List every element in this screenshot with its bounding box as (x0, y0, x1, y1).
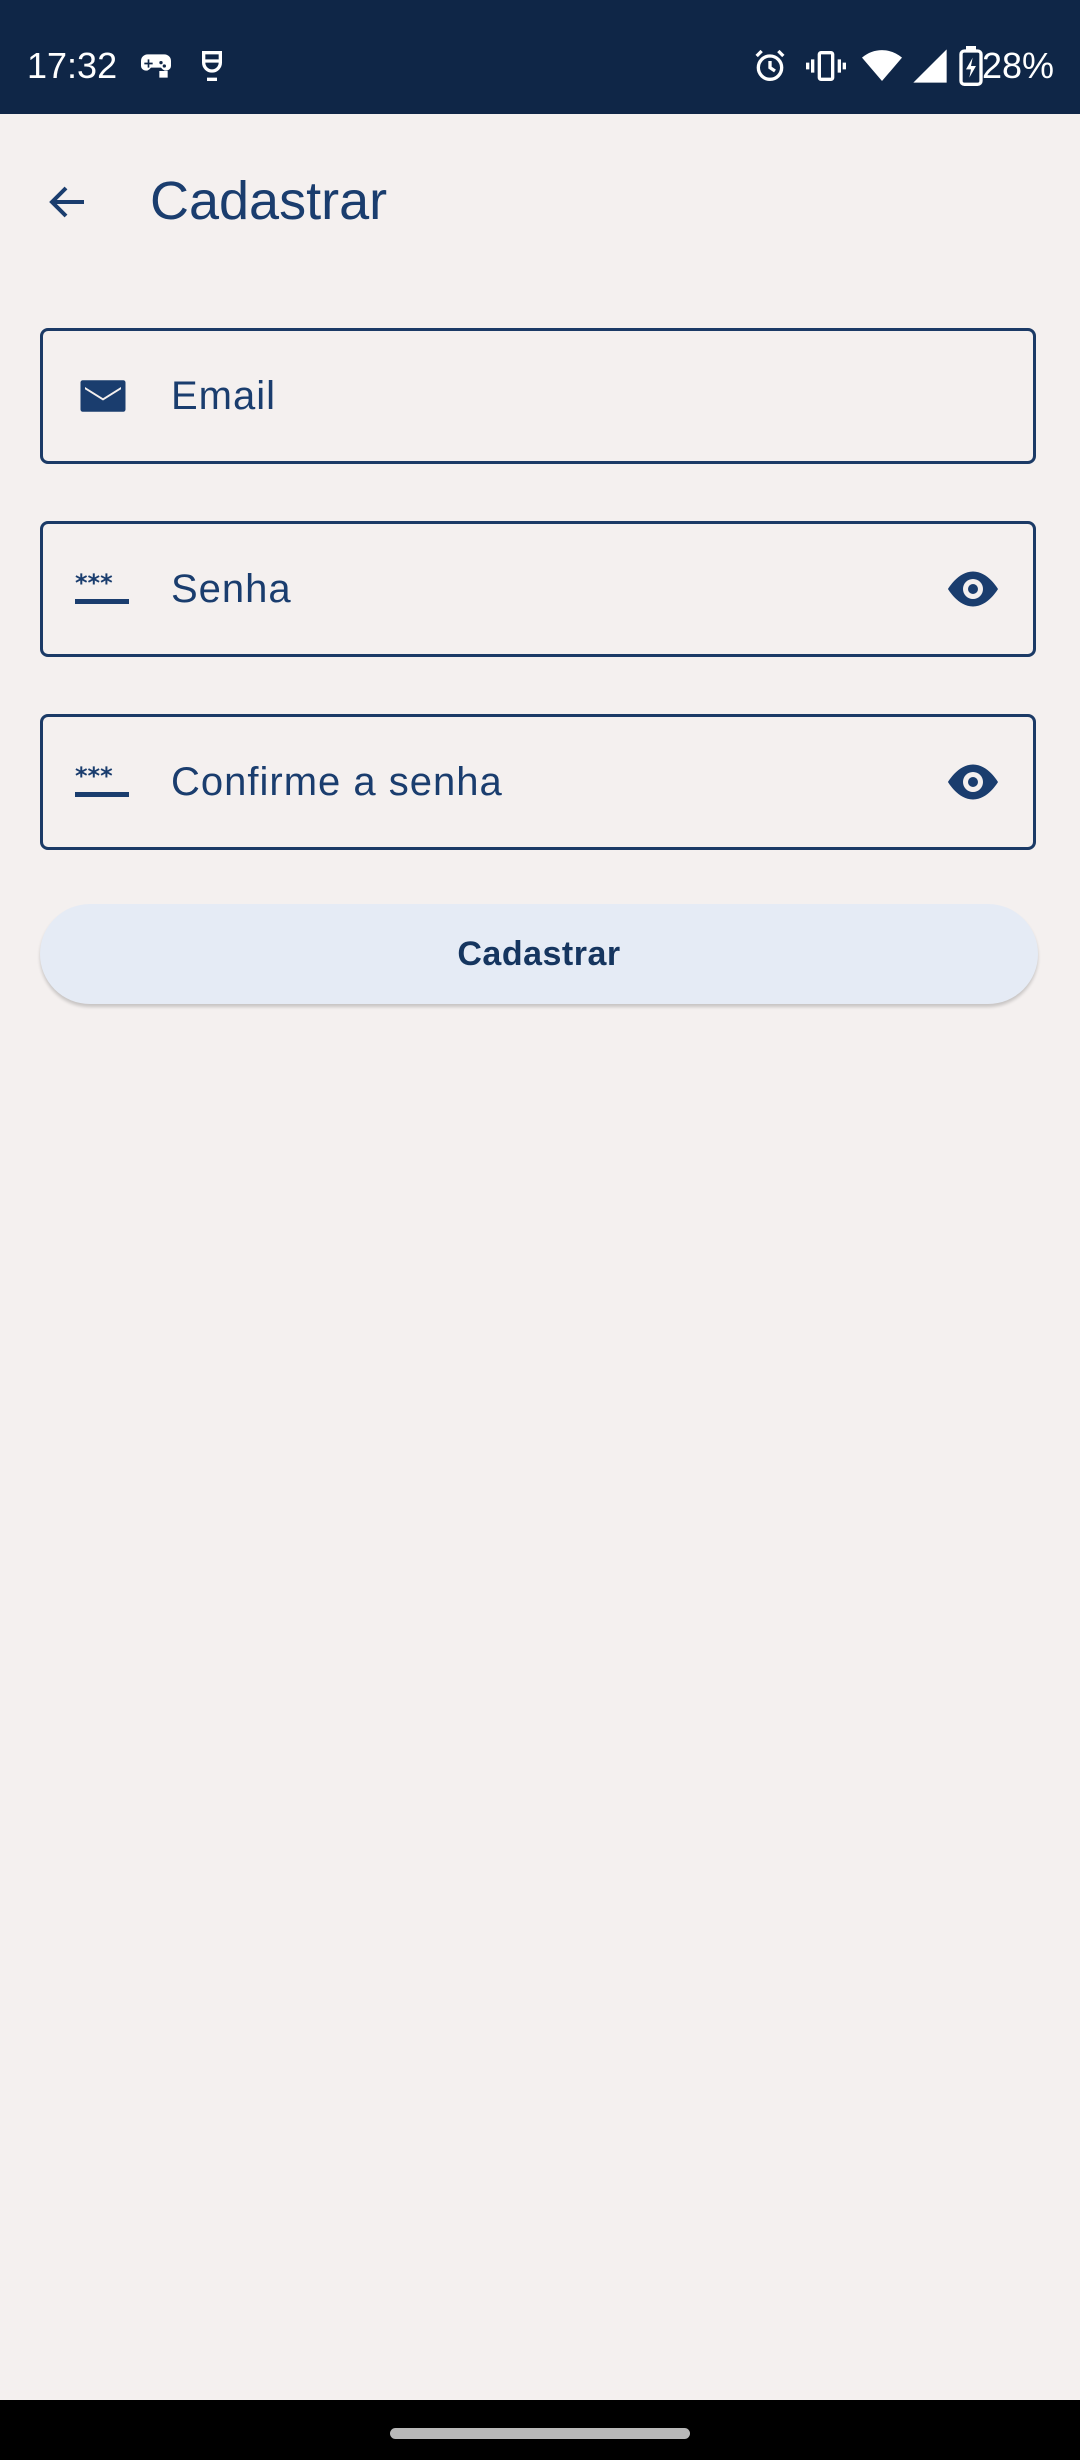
eye-icon[interactable] (941, 557, 1005, 621)
password-field[interactable]: *** (40, 521, 1036, 657)
svg-text:***: *** (75, 569, 113, 597)
wifi-icon (862, 46, 902, 86)
battery-charging-icon (958, 46, 984, 86)
arrow-back-icon (49, 186, 84, 218)
password-icon: *** (73, 559, 133, 619)
email-input[interactable] (171, 331, 923, 461)
register-button[interactable]: Cadastrar (40, 904, 1038, 1004)
password-input[interactable] (171, 524, 923, 654)
app-bar: Cadastrar (0, 114, 1080, 284)
svg-text:***: *** (75, 762, 113, 790)
game-controller-icon (136, 46, 176, 86)
navigation-bar (0, 2400, 1080, 2460)
vibrate-icon (806, 46, 846, 86)
register-screen: 17:32 28% Cadastrar Email *** *** Cadast… (0, 0, 1080, 2460)
back-button[interactable] (32, 166, 104, 238)
robot-icon (192, 46, 232, 86)
signal-icon (910, 46, 950, 86)
page-title: Cadastrar (150, 171, 388, 231)
status-time: 17:32 (27, 45, 118, 86)
confirm-password-field[interactable]: *** (40, 714, 1036, 850)
email-icon (73, 366, 133, 426)
password-icon: *** (73, 752, 133, 812)
alarm-icon (750, 46, 790, 86)
confirm-password-input[interactable] (171, 717, 923, 847)
home-gesture-handle[interactable] (390, 2428, 690, 2439)
battery-percent: 28% (981, 45, 1054, 86)
email-field[interactable] (40, 328, 1036, 464)
status-bar: 17:32 28% (0, 0, 1080, 114)
eye-icon[interactable] (941, 750, 1005, 814)
